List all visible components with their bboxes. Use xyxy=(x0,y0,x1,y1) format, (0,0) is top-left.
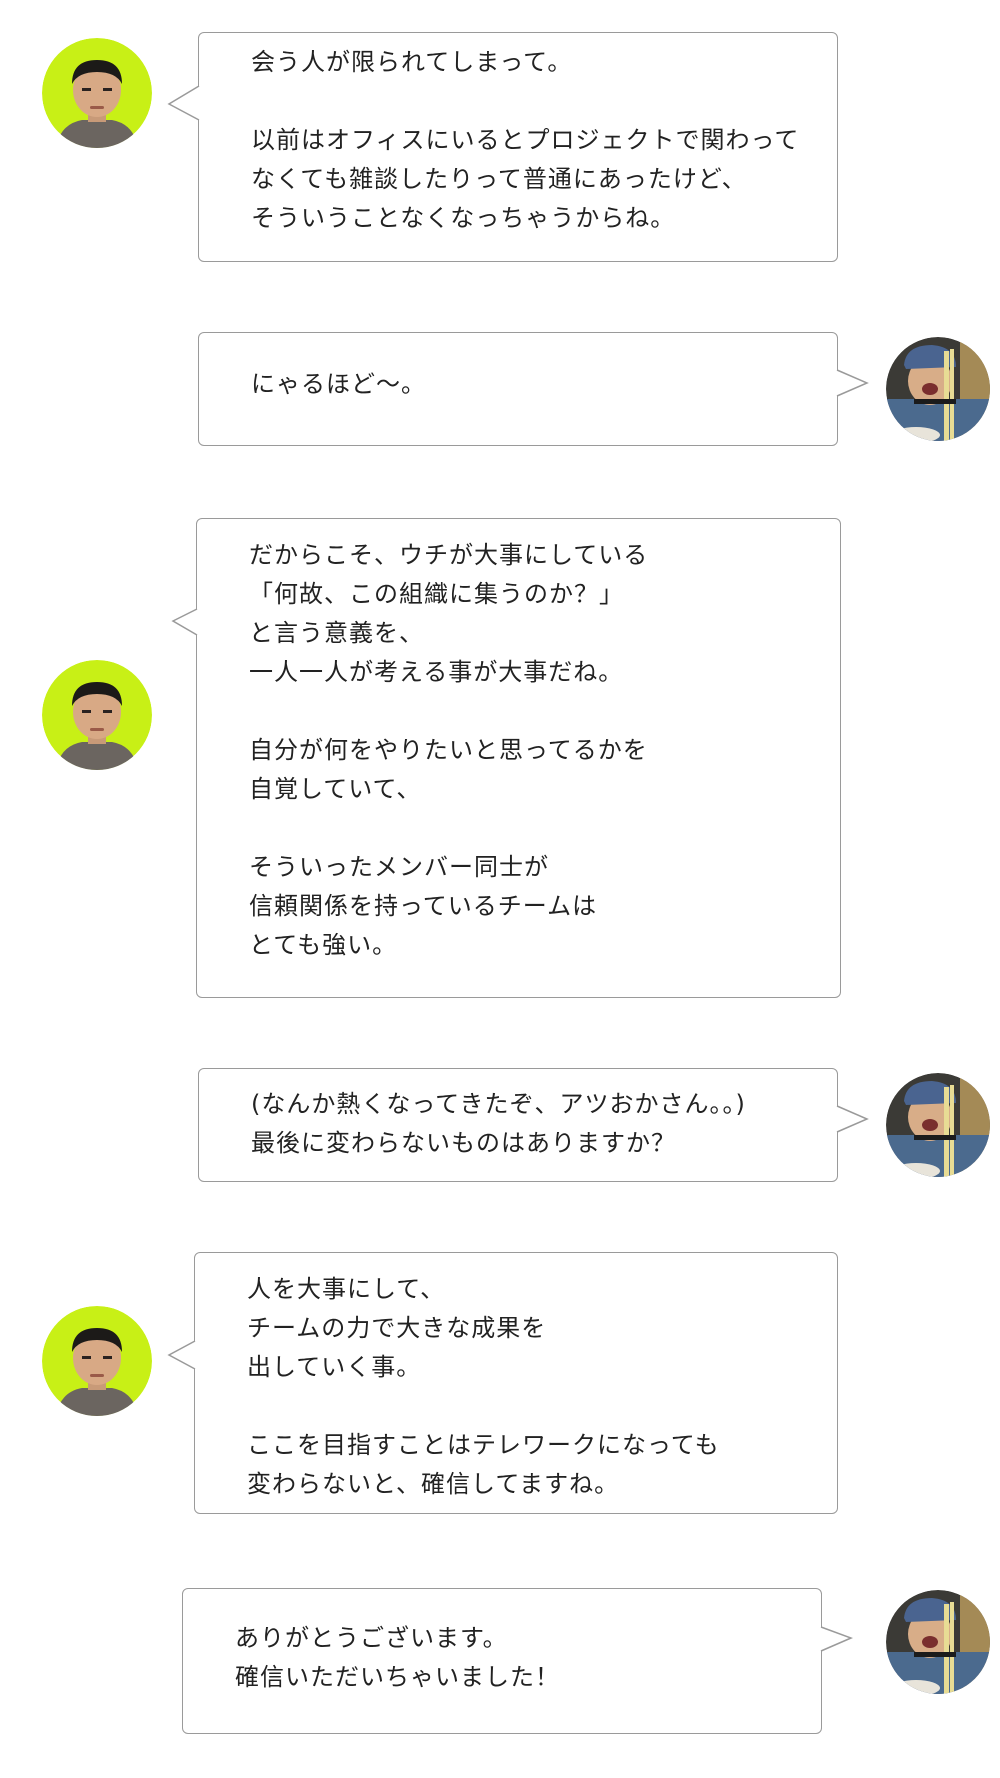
message-text: ありがとうございます。 確信いただいちゃいました！ xyxy=(235,1624,560,1691)
man-portrait-icon xyxy=(42,660,152,770)
message-text: だからこそ、ウチが大事にしている 「何故、この組織に集うのか？」 と言う意義を、… xyxy=(249,541,649,959)
message-bubble-6: ありがとうございます。 確信いただいちゃいました！ xyxy=(182,1588,854,1734)
woman-eating-noodles-icon xyxy=(886,1073,990,1177)
bubble-tail xyxy=(836,1105,869,1133)
man-portrait-icon xyxy=(42,38,152,148)
bubble-tail xyxy=(820,1626,854,1652)
message-bubble-2: にゃるほど〜。 xyxy=(198,332,869,446)
avatar-right-3 xyxy=(886,1590,990,1694)
message-bubble-4: (なんか熱くなってきたぞ、アツおかさん。。) 最後に変わらないものはありますか？ xyxy=(198,1068,869,1182)
avatar-left-3 xyxy=(42,1306,152,1416)
message-bubble-3: だからこそ、ウチが大事にしている 「何故、この組織に集うのか？」 と言う意義を、… xyxy=(171,518,841,998)
man-portrait-icon xyxy=(42,1306,152,1416)
message-text: 会う人が限られてしまって。 以前はオフィスにいるとプロジェクトで関わって なくて… xyxy=(251,48,800,232)
woman-eating-noodles-icon xyxy=(886,1590,990,1694)
avatar-right-2 xyxy=(886,1073,990,1177)
avatar-left-1 xyxy=(42,38,152,148)
message-text: 人を大事にして、 チームの力で大きな成果を 出していく事。 ここを目指すことはテ… xyxy=(247,1275,720,1498)
message-text: (なんか熱くなってきたぞ、アツおかさん。。) 最後に変わらないものはありますか？ xyxy=(251,1090,746,1157)
bubble-tail xyxy=(171,608,198,636)
avatar-right-1 xyxy=(886,337,990,441)
woman-eating-noodles-icon xyxy=(886,337,990,441)
message-text: にゃるほど〜。 xyxy=(251,370,426,398)
message-bubble-5: 人を大事にして、 チームの力で大きな成果を 出していく事。 ここを目指すことはテ… xyxy=(167,1252,838,1514)
bubble-tail xyxy=(167,1340,196,1370)
avatar-left-2 xyxy=(42,660,152,770)
message-bubble-1: 会う人が限られてしまって。 以前はオフィスにいるとプロジェクトで関わって なくて… xyxy=(167,32,838,262)
bubble-tail xyxy=(836,369,869,397)
bubble-tail xyxy=(167,85,200,121)
